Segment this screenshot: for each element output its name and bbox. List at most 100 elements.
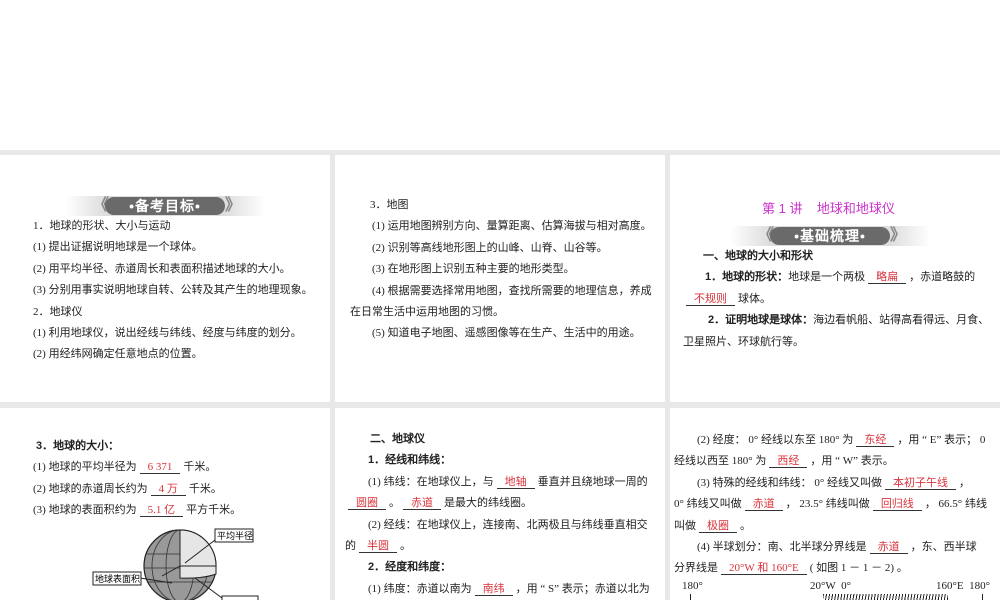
chevron-right-icon: 》 [890, 227, 907, 244]
body-text: (3) 分别用事实说明地球自转、公转及其产生的地理现象。 [33, 284, 313, 297]
body-text: 0° 纬线又叫做 [674, 498, 742, 511]
answer-blank: 圆圈 [348, 497, 386, 511]
label-surface-area: 地球表面积 [95, 573, 140, 584]
slide-thumbnail-3[interactable]: 第 1 讲 地球和地球仪 《 •基础梳理• 》 一、地球的大小和形状 1．地球的形… [670, 155, 1000, 402]
text-line: 一、地球的大小和形状 [683, 246, 1000, 267]
answer-blank: 赤道 [869, 541, 908, 554]
slide-thumbnail-1[interactable]: 《 •备考目标• 》 1．地球的形状、大小与运动 (1) 提出证据说明地球是一个球… [0, 155, 330, 402]
body-text: (1) 纬度：赤道以南为 [368, 582, 472, 595]
body-text: ， 23.5° 纬线叫做 [785, 498, 870, 511]
body-text: 是最大的纬线圈。 [444, 497, 532, 510]
label-180-left: 180° [682, 580, 703, 592]
text-line: (3) 在地形图上识别五种主要的地形类型。 [350, 259, 665, 280]
section-banner: 《 •基础梳理• 》 [730, 226, 930, 246]
heading-text: 1．地球的形状： [705, 271, 789, 284]
body-text: 分界线是 [674, 562, 718, 575]
answer-blank: 赤道 [744, 498, 783, 512]
text-line: (1) 运用地图辨别方向、量算距离、估算海拔与相对高度。 [350, 216, 665, 237]
body-text: (2) 用经纬网确定任意地点的位置。 [33, 348, 203, 361]
text-line: (2) 用经纬网确定任意地点的位置。 [33, 344, 330, 365]
body-text: (2) 经线：在地球仪上，连接南、北两极且与纬线垂直相交 [368, 518, 648, 531]
banner-label: •备考目标• [105, 197, 225, 215]
text-line: 叫做 极圈。 [674, 516, 1000, 537]
text-line: 在日常生活中运用地图的习惯。 [350, 302, 665, 323]
body-text: (2) 经度： 0° 经线以东至 180° 为 [697, 434, 854, 446]
globe-cutaway [179, 529, 217, 579]
body-text: ，用 “ E” 表示； 0 [897, 434, 986, 446]
text-line: 二、地球仪 [345, 429, 665, 450]
text-line: (1) 提出证据说明地球是一个球体。 [33, 237, 330, 258]
body-text: 2．地球仪 [33, 305, 83, 318]
eastern-hemisphere-band [823, 594, 948, 600]
body-text: 卫星照片、环球航行等。 [683, 335, 804, 348]
body-text: (2) 用平均半径、赤道周长和表面积描述地球的大小。 [33, 262, 291, 275]
slide-thumbnail-2[interactable]: 3．地图 (1) 运用地图辨别方向、量算距离、估算海拔与相对高度。 (2) 识别等高… [335, 155, 665, 402]
body-text: 球体。 [738, 292, 771, 305]
body-text: (3) 特殊的经线和纬线： 0° 经线又叫做 [697, 476, 882, 489]
answer-blank: 半圆 [359, 540, 397, 553]
chevron-right-icon: 》 [225, 197, 242, 214]
heading-text: 二、地球仪 [370, 433, 425, 445]
slide-thumbnail-4[interactable]: 3．地球的大小： (1) 地球的平均半径为 6 371 千米。 (2) 地球的赤道周长约… [0, 408, 330, 600]
label-mean-radius: 平均半径 [217, 530, 253, 541]
text-line: (3) 分别用事实说明地球自转、公转及其产生的地理现象。 [33, 280, 330, 301]
text-line: 2．经度和纬度： [345, 557, 665, 578]
body-text: ，东、西半球 [910, 540, 977, 553]
body-text: ，赤道略鼓的 [909, 271, 976, 284]
label-160e-180: 160°E 180° [936, 580, 991, 592]
body-text: ( 如图 1 － 1 － 2) 。 [809, 562, 908, 575]
answer-blank: 地轴 [496, 476, 535, 489]
blank-top-area [0, 0, 1000, 150]
text-line: 经线以西至 180° 为西经 ，用 “ W” 表示。 [674, 451, 1000, 472]
body-text: 在日常生活中运用地图的习惯。 [350, 305, 504, 318]
body-text: 地球是一个两极 [788, 271, 866, 284]
answer-blank: 20°W 和 160°E [721, 562, 807, 576]
lesson-title: 第 1 讲 地球和地球仪 [762, 201, 895, 216]
body-text: (4) 根据需要选择常用地图，查找所需要的地理信息，养成 [372, 284, 652, 297]
text-line: (3) 特殊的经线和纬线： 0° 经线又叫做 本初子午线， [674, 473, 1000, 494]
answer-blank: 赤道 [403, 497, 441, 511]
tick-left [690, 594, 691, 600]
body-text: 3．地图 [370, 199, 409, 211]
text-line: (1) 利用地球仪，说出经线与纬线、经度与纬度的划分。 [33, 323, 330, 344]
answer-blank: 回归线 [872, 498, 922, 512]
heading-text: 1．经线和纬线： [368, 454, 452, 467]
heading-text: 一、地球的大小和形状 [703, 250, 813, 262]
body-text: 1．地球的形状、大小与运动 [33, 220, 171, 232]
text-line: (1) 纬线：在地球仪上，与 地轴 垂直并且绕地球一周的 [345, 472, 665, 493]
answer-blank: 极圈 [699, 520, 737, 533]
slide-thumbnail-6[interactable]: (2) 经度： 0° 经线以东至 180° 为东经 ，用 “ E” 表示； 0 经线… [670, 408, 1000, 600]
body-text: 经线以西至 180° 为 [674, 455, 767, 468]
text-line: (4) 根据需要选择常用地图，查找所需要的地理信息，养成 [350, 281, 665, 302]
body-text: ， 66.5° 纬线 [924, 498, 987, 511]
body-text: 。 [740, 519, 751, 532]
text-line: 的半圆。 [345, 536, 665, 557]
body-text: (1) 利用地球仪，说出经线与纬线、经度与纬度的划分。 [33, 326, 302, 339]
answer-blank: 略扁 [868, 271, 907, 285]
body-text: (4) 半球划分：南、北半球分界线是 [697, 540, 867, 553]
text-line: 1．经线和纬线： [345, 450, 665, 471]
answer-blank: 东经 [856, 434, 895, 447]
earth-size-figure: 平均半径 地球表面积 [92, 528, 259, 600]
body-text: (5) 知道电子地图、遥感图像等在生产、生活中的用途。 [372, 327, 641, 340]
text-line: 不规则 球体。 [683, 289, 1000, 310]
text-line: 3．地图 [350, 195, 665, 216]
text-line: (2) 识别等高线地形图上的山峰、山脊、山谷等。 [350, 238, 665, 259]
heading-text: 2．证明地球是球体： [708, 314, 814, 327]
body-text: 叫做 [674, 519, 696, 532]
label-20w-0: 20°W 0° [810, 580, 851, 592]
slide-thumbnail-5[interactable]: 二、地球仪 1．经线和纬线： (1) 纬线：在地球仪上，与 地轴 垂直并且绕地球一周的圆… [335, 408, 665, 600]
text-line: (1) 纬度：赤道以南为 南纬 ，用 “ S” 表示；赤道以北为 [345, 579, 665, 600]
body-text: ，用 “ S” 表示；赤道以北为 [515, 582, 650, 595]
answer-blank: 不规则 [686, 293, 735, 306]
body-text: ，用 “ W” 表示。 [810, 455, 894, 468]
text-line: 0° 纬线又叫做 赤道， 23.5° 纬线叫做 回归线， 66.5° 纬线 [674, 494, 1000, 515]
body-text: (3) 在地形图上识别五种主要的地形类型。 [372, 263, 575, 276]
text-line: (2) 经线：在地球仪上，连接南、北两极且与纬线垂直相交 [345, 515, 665, 536]
text-line: 卫星照片、环球航行等。 [683, 332, 1000, 353]
body-text: (1) 纬线：在地球仪上，与 [368, 475, 494, 488]
section-banner: 《 •备考目标• 》 [65, 196, 265, 216]
heading-text: 2．经度和纬度： [368, 561, 452, 574]
text-line: (4) 半球划分：南、北半球分界线是 赤道 ，东、西半球 [674, 537, 1000, 558]
text-line: 2．地球仪 [33, 302, 330, 323]
